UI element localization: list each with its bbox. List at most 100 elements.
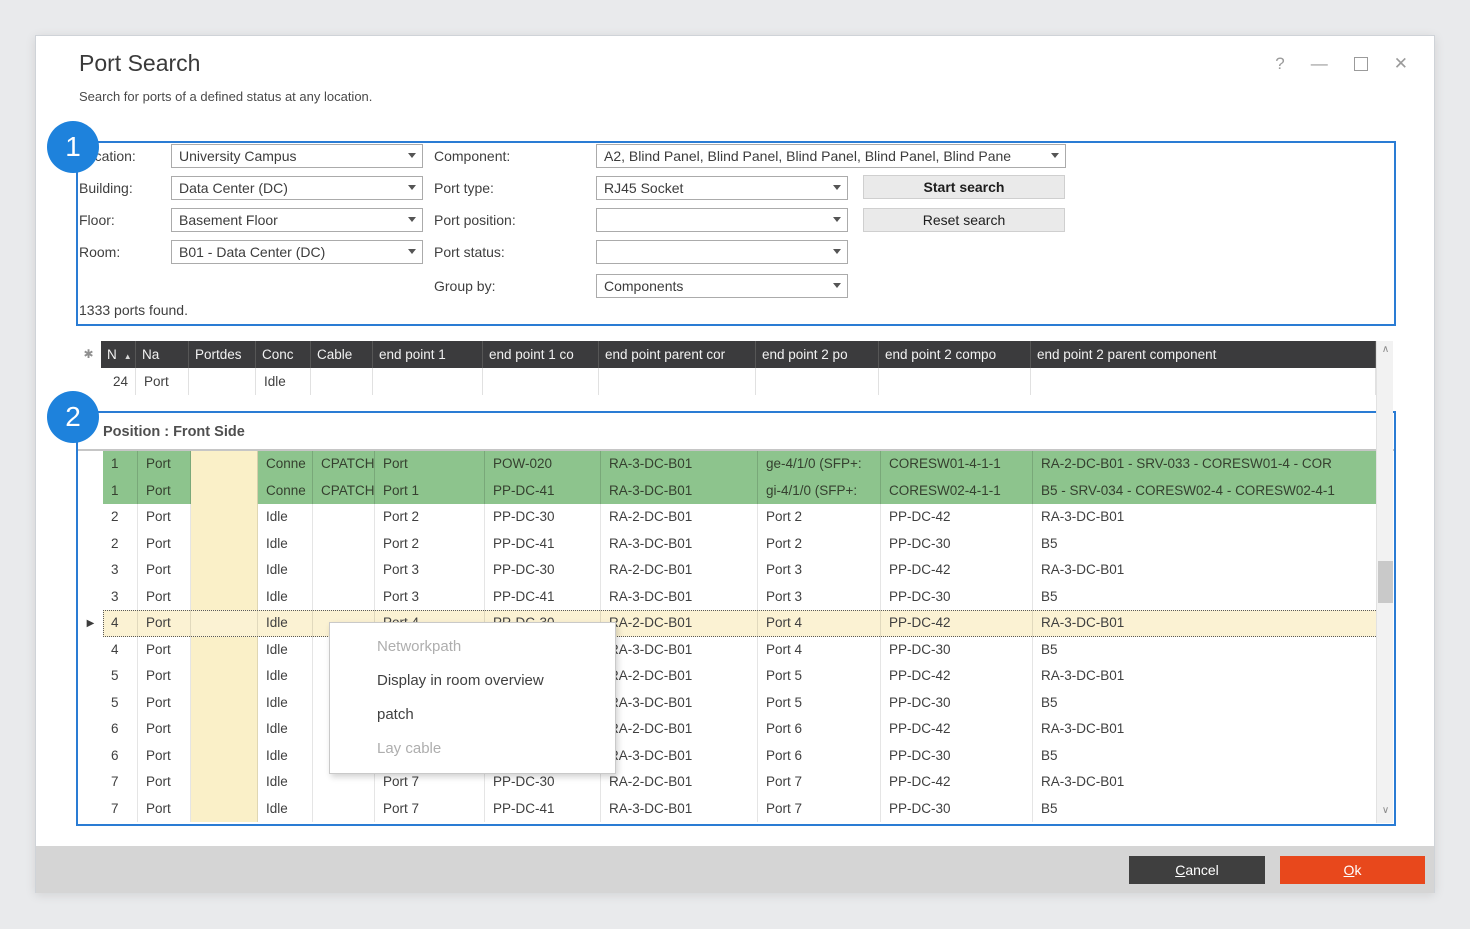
cell-ep2-parent[interactable]: RA-3-DC-B01 — [1033, 504, 1378, 531]
cell-ep2-component[interactable]: CORESW02-4-1-1 — [881, 478, 1033, 505]
column-header-ep2-component[interactable]: end point 2 compo — [879, 341, 1031, 368]
cell-ep1-parent[interactable]: RA-2-DC-B01 — [601, 663, 758, 690]
scrollbar-thumb[interactable] — [1378, 561, 1393, 603]
cell-ep2-component[interactable] — [879, 368, 1031, 395]
cell-ep1-parent[interactable]: RA-3-DC-B01 — [601, 637, 758, 664]
cell-cable[interactable]: CPATCH — [313, 451, 375, 478]
cell-ep2-component[interactable]: PP-DC-42 — [881, 663, 1033, 690]
cell-n[interactable]: 6 — [103, 716, 138, 743]
cell-connection[interactable]: Idle — [258, 584, 313, 611]
vertical-scrollbar[interactable]: ∧ ∨ — [1376, 341, 1393, 823]
scroll-down-icon[interactable]: ∨ — [1377, 802, 1394, 819]
cell-connection[interactable]: Idle — [258, 531, 313, 558]
cell-connection[interactable]: Idle — [258, 663, 313, 690]
grid-corner-icon[interactable]: ✱ — [76, 341, 101, 368]
help-icon[interactable]: ? — [1275, 54, 1284, 74]
cell-connection[interactable]: Idle — [258, 796, 313, 823]
table-row[interactable]: 6PortIdlePort 6PP-DC-30RA-2-DC-B01Port 6… — [78, 716, 1378, 743]
table-row[interactable]: ▶4PortIdlePort 4PP-DC-30RA-2-DC-B01Port … — [78, 610, 1378, 637]
column-header-ep2-parent[interactable]: end point 2 parent component — [1031, 341, 1376, 368]
column-header-name[interactable]: Na — [136, 341, 189, 368]
cell-ep2-parent[interactable]: RA-3-DC-B01 — [1033, 663, 1378, 690]
group-header[interactable]: Position : Front Side — [78, 413, 1394, 451]
table-row[interactable]: 5PortIdlePort 5PP-DC-30RA-2-DC-B01Port 5… — [78, 663, 1378, 690]
cell-ep2-component[interactable]: PP-DC-30 — [881, 690, 1033, 717]
cell-ep2-parent[interactable]: B5 — [1033, 690, 1378, 717]
cell-connection[interactable]: Idle — [258, 610, 313, 637]
cell-ep1-parent[interactable]: RA-2-DC-B01 — [601, 504, 758, 531]
cell-ep1[interactable]: Port 3 — [375, 557, 485, 584]
cell-ep1-parent[interactable]: RA-2-DC-B01 — [601, 610, 758, 637]
cell-ep2-component[interactable]: PP-DC-30 — [881, 637, 1033, 664]
cell-ep1-parent[interactable]: RA-3-DC-B01 — [601, 743, 758, 770]
cell-portdes[interactable] — [191, 584, 258, 611]
cell-ep2-component[interactable]: PP-DC-42 — [881, 557, 1033, 584]
cell-ep2-port[interactable]: Port 3 — [758, 584, 881, 611]
cell-connection[interactable]: Idle — [258, 557, 313, 584]
cell-ep1-component[interactable]: PP-DC-41 — [485, 584, 601, 611]
cell-portdes[interactable] — [191, 637, 258, 664]
cell-n[interactable]: 1 — [103, 451, 138, 478]
cell-ep2-parent[interactable]: B5 — [1033, 584, 1378, 611]
cell-ep1-parent[interactable]: RA-3-DC-B01 — [601, 531, 758, 558]
cell-n[interactable]: 5 — [103, 690, 138, 717]
context-menu-item-display-in-room-overview[interactable]: Display in room overview — [330, 664, 615, 698]
cell-ep2-parent[interactable]: B5 — [1033, 531, 1378, 558]
cell-ep2-component[interactable]: PP-DC-42 — [881, 504, 1033, 531]
cell-name[interactable]: Port — [138, 531, 191, 558]
cell-ep1-component[interactable]: PP-DC-41 — [485, 478, 601, 505]
reset-search-button[interactable]: Reset search — [863, 208, 1065, 232]
column-header-connection[interactable]: Conc — [256, 341, 311, 368]
cell-cable[interactable] — [313, 584, 375, 611]
room-select[interactable]: B01 - Data Center (DC) — [171, 240, 423, 264]
cell-ep1-parent[interactable]: RA-3-DC-B01 — [601, 584, 758, 611]
cell-connection[interactable]: Conne — [258, 451, 313, 478]
cell-ep1-component[interactable]: PP-DC-41 — [485, 531, 601, 558]
cell-ep2-component[interactable]: PP-DC-42 — [881, 769, 1033, 796]
cell-ep1[interactable]: Port 2 — [375, 504, 485, 531]
table-row[interactable]: 2PortIdlePort 2PP-DC-30RA-2-DC-B01Port 2… — [78, 504, 1378, 531]
cell-ep1-parent[interactable]: RA-3-DC-B01 — [601, 796, 758, 823]
cell-ep1-component[interactable]: POW-020 — [485, 451, 601, 478]
cell-ep2-port[interactable]: Port 5 — [758, 690, 881, 717]
cell-ep2-component[interactable]: PP-DC-30 — [881, 743, 1033, 770]
table-row[interactable]: 7PortIdlePort 7PP-DC-30RA-2-DC-B01Port 7… — [78, 769, 1378, 796]
cell-ep1[interactable] — [373, 368, 483, 395]
start-search-button[interactable]: Start search — [863, 175, 1065, 199]
cell-n[interactable]: 2 — [103, 531, 138, 558]
cell-ep1-parent[interactable]: RA-2-DC-B01 — [601, 716, 758, 743]
cell-connection[interactable]: Idle — [256, 368, 311, 395]
cell-portdes[interactable] — [191, 478, 258, 505]
cell-ep2-parent[interactable] — [1031, 368, 1376, 395]
table-row[interactable]: 7PortIdlePort 7PP-DC-41RA-3-DC-B01Port 7… — [78, 796, 1378, 823]
cell-ep2-port[interactable]: Port 5 — [758, 663, 881, 690]
cell-ep2-component[interactable]: PP-DC-30 — [881, 584, 1033, 611]
cell-name[interactable]: Port — [138, 690, 191, 717]
cell-ep2-port[interactable]: Port 2 — [758, 504, 881, 531]
location-select[interactable]: University Campus — [171, 144, 423, 168]
building-select[interactable]: Data Center (DC) — [171, 176, 423, 200]
cell-ep1-component[interactable]: PP-DC-30 — [485, 557, 601, 584]
cell-ep1-component[interactable]: PP-DC-30 — [485, 504, 601, 531]
cell-name[interactable]: Port — [138, 610, 191, 637]
column-header-ep1-component[interactable]: end point 1 co — [483, 341, 599, 368]
table-row[interactable]: 1PortConneCPATCHPortPOW-020RA-3-DC-B01ge… — [78, 451, 1378, 478]
cell-ep1[interactable]: Port 3 — [375, 584, 485, 611]
cell-name[interactable]: Port — [138, 796, 191, 823]
cell-n[interactable]: 1 — [103, 478, 138, 505]
cell-ep1-parent[interactable]: RA-2-DC-B01 — [601, 557, 758, 584]
floor-select[interactable]: Basement Floor — [171, 208, 423, 232]
column-header-cable[interactable]: Cable — [311, 341, 373, 368]
cell-ep2-parent[interactable]: RA-3-DC-B01 — [1033, 610, 1378, 637]
table-row[interactable]: 1PortConneCPATCHPort 1PP-DC-41RA-3-DC-B0… — [78, 478, 1378, 505]
cell-cable[interactable] — [311, 368, 373, 395]
cell-name[interactable]: Port — [138, 743, 191, 770]
cell-ep1-parent[interactable]: RA-3-DC-B01 — [601, 451, 758, 478]
cell-portdes[interactable] — [191, 743, 258, 770]
column-header-ep2-port[interactable]: end point 2 po — [756, 341, 879, 368]
table-row[interactable]: 3PortIdlePort 3PP-DC-30RA-2-DC-B01Port 3… — [78, 557, 1378, 584]
cell-ep2-parent[interactable]: RA-3-DC-B01 — [1033, 557, 1378, 584]
cell-portdes[interactable] — [191, 663, 258, 690]
cell-ep2-port[interactable]: gi-4/1/0 (SFP+: — [758, 478, 881, 505]
cell-connection[interactable]: Idle — [258, 637, 313, 664]
